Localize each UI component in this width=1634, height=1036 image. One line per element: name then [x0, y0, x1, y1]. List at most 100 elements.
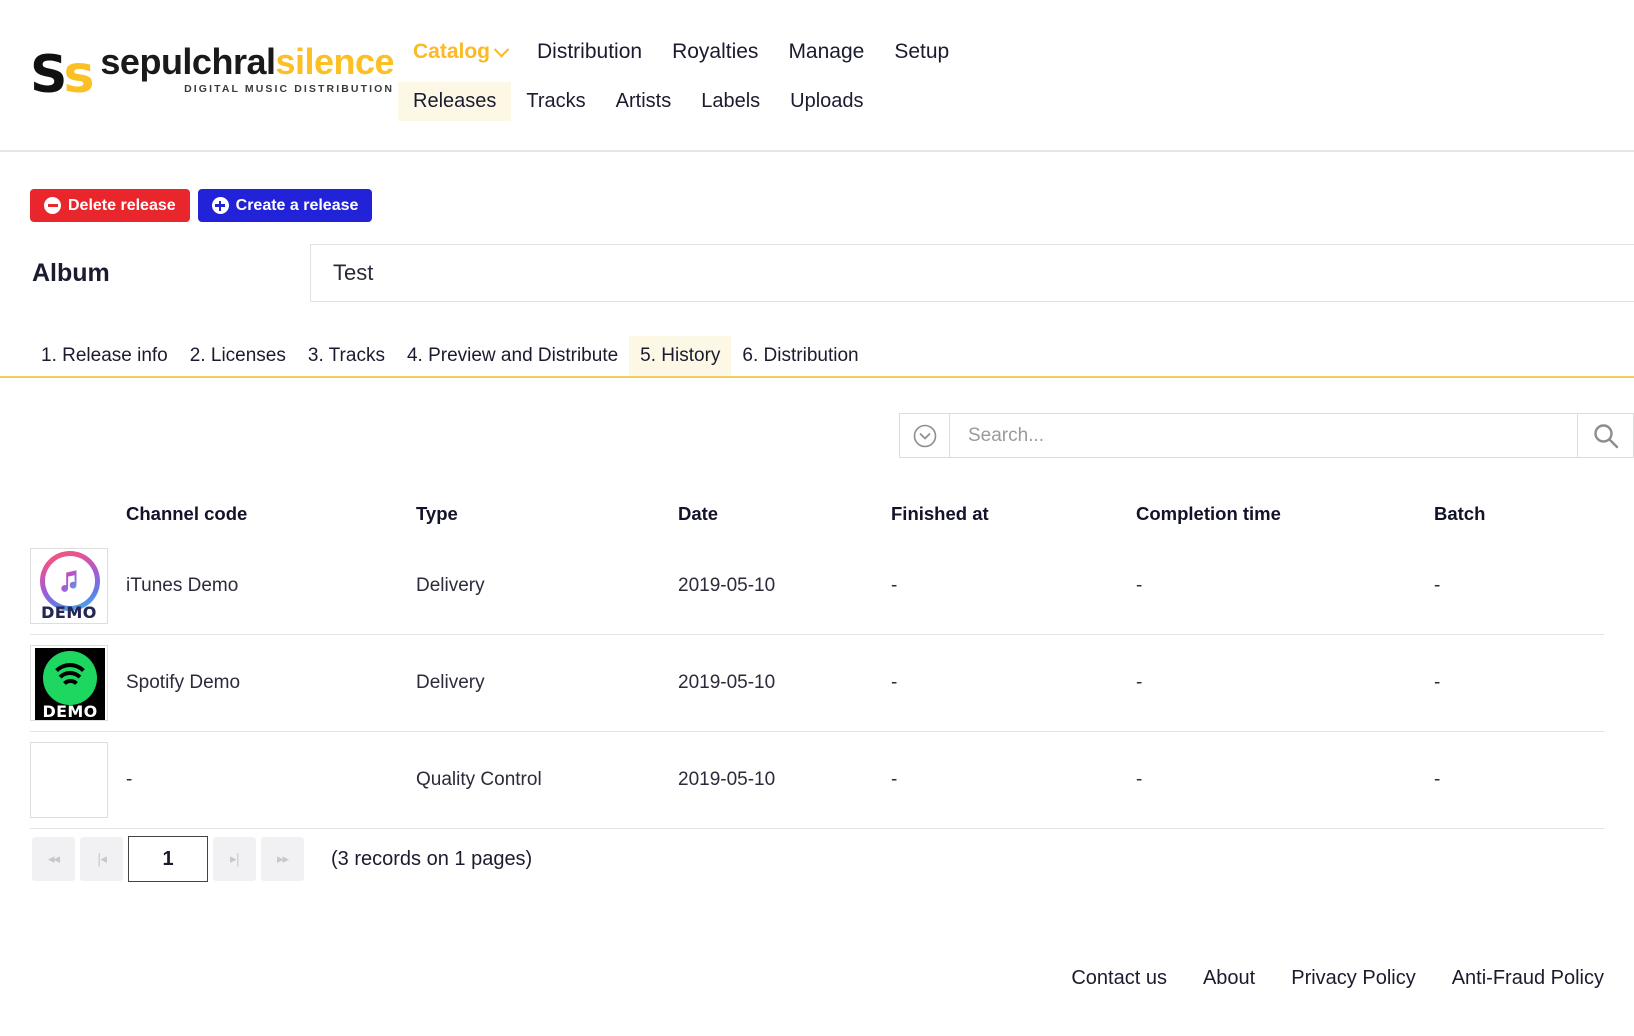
- logo-name: sepulchralsilence: [100, 44, 394, 80]
- spotify-demo-icon: DEMO: [30, 645, 108, 721]
- cell-date: 2019-05-10: [678, 672, 776, 693]
- search-input[interactable]: [950, 414, 1577, 457]
- logo-mark-second: s: [63, 45, 94, 106]
- table-header-date: Date: [678, 503, 719, 524]
- channel-logo-cell: DEMO: [30, 548, 126, 624]
- cell-channel-code: Spotify Demo: [126, 672, 241, 693]
- logo-name-first: sepulchral: [100, 41, 276, 82]
- album-label: Album: [32, 258, 110, 287]
- music-note-icon: [61, 570, 77, 592]
- tab-licenses[interactable]: 2. Licenses: [179, 336, 297, 376]
- table-row[interactable]: DEMO iTunes Demo Delivery 2019-05-10 - -…: [30, 538, 1604, 635]
- release-step-tabs: 1. Release info 2. Licenses 3. Tracks 4.…: [0, 336, 1634, 378]
- tab-distribution[interactable]: 6. Distribution: [731, 336, 869, 376]
- nav-item-setup[interactable]: Setup: [879, 36, 964, 68]
- tab-history[interactable]: 5. History: [629, 336, 732, 376]
- chevron-down-icon: [493, 41, 510, 58]
- record-count-label: (3 records on 1 pages): [331, 847, 533, 870]
- spotify-icon: DEMO: [35, 648, 105, 720]
- nav-subitem-releases[interactable]: Releases: [398, 82, 512, 121]
- cell-channel-code: iTunes Demo: [126, 575, 239, 596]
- pagination: ◂◂ |◂ ▸| ▸▸ (3 records on 1 pages): [32, 836, 532, 882]
- table-row[interactable]: DEMO Spotify Demo Delivery 2019-05-10 - …: [30, 635, 1604, 732]
- search-icon: [1593, 423, 1618, 448]
- demo-badge: DEMO: [31, 603, 107, 622]
- logo-mark-icon: Ss: [30, 49, 94, 101]
- demo-badge: DEMO: [42, 702, 98, 721]
- cell-finished-at: -: [891, 575, 898, 596]
- search-submit-button[interactable]: [1577, 414, 1633, 457]
- itunes-icon-inner: [45, 556, 95, 606]
- delete-release-label: Delete release: [68, 196, 176, 214]
- tab-release-info[interactable]: 1. Release info: [30, 336, 179, 376]
- spotify-icon-circle: [43, 651, 97, 705]
- logo-tagline: DIGITAL MUSIC DISTRIBUTION: [184, 83, 395, 95]
- site-header: Ss sepulchralsilence DIGITAL MUSIC DISTR…: [0, 0, 1634, 152]
- nav-item-royalties[interactable]: Royalties: [657, 36, 773, 68]
- album-field-row: Album: [0, 243, 1634, 303]
- table-header-batch: Batch: [1434, 503, 1486, 524]
- table-header-row: Channel code Type Date Finished at Compl…: [30, 490, 1604, 538]
- secondary-nav: Releases Tracks Artists Labels Uploads: [398, 82, 879, 121]
- pagination-next-button[interactable]: ▸|: [213, 837, 256, 881]
- minus-circle-icon: [44, 197, 61, 214]
- cell-batch: -: [1434, 769, 1441, 790]
- nav-subitem-labels[interactable]: Labels: [686, 82, 775, 121]
- nav-item-catalog-label: Catalog: [413, 40, 491, 63]
- itunes-icon: [40, 551, 100, 611]
- album-name-input[interactable]: [310, 244, 1634, 302]
- logo-name-second: silence: [275, 41, 395, 82]
- nav-item-manage[interactable]: Manage: [773, 36, 879, 68]
- tab-tracks[interactable]: 3. Tracks: [297, 336, 396, 376]
- create-release-button[interactable]: Create a release: [197, 189, 373, 222]
- chevron-down-circle-icon: [913, 424, 936, 447]
- tab-preview-and-distribute[interactable]: 4. Preview and Distribute: [396, 336, 629, 376]
- cell-channel-code: -: [126, 769, 133, 790]
- logo-mark-first: S: [30, 45, 68, 106]
- search-bar: [899, 413, 1634, 458]
- cell-date: 2019-05-10: [678, 769, 776, 790]
- cell-type: Delivery: [416, 672, 485, 693]
- cell-finished-at: -: [891, 769, 898, 790]
- history-table: Channel code Type Date Finished at Compl…: [30, 490, 1604, 829]
- create-release-label: Create a release: [235, 196, 359, 214]
- delete-release-button[interactable]: Delete release: [30, 189, 190, 222]
- nav-subitem-artists[interactable]: Artists: [601, 82, 687, 121]
- cell-type: Quality Control: [416, 769, 542, 790]
- brand-logo[interactable]: Ss sepulchralsilence DIGITAL MUSIC DISTR…: [30, 44, 395, 102]
- action-toolbar: Delete release Create a release: [30, 189, 373, 222]
- cell-completion-time: -: [1136, 575, 1143, 596]
- table-row[interactable]: - Quality Control 2019-05-10 - - -: [30, 732, 1604, 829]
- cell-completion-time: -: [1136, 672, 1143, 693]
- footer-link-about[interactable]: About: [1203, 967, 1255, 990]
- nav-item-catalog[interactable]: Catalog: [398, 36, 522, 68]
- nav-subitem-uploads[interactable]: Uploads: [775, 82, 878, 121]
- spotify-wave-inner: [59, 679, 81, 700]
- pagination-first-button[interactable]: ◂◂: [32, 837, 75, 881]
- table-header-channel-code: Channel code: [126, 503, 248, 524]
- cell-finished-at: -: [891, 672, 898, 693]
- footer-link-anti-fraud-policy[interactable]: Anti-Fraud Policy: [1452, 967, 1604, 990]
- blank-icon: [30, 742, 108, 818]
- channel-logo-cell: DEMO: [30, 645, 126, 721]
- pagination-last-button[interactable]: ▸▸: [261, 837, 304, 881]
- pagination-page-input[interactable]: [128, 836, 208, 882]
- itunes-demo-icon: DEMO: [30, 548, 108, 624]
- table-header-type: Type: [416, 503, 458, 524]
- search-filter-toggle[interactable]: [900, 414, 950, 457]
- primary-nav: Catalog Distribution Royalties Manage Se…: [398, 36, 964, 68]
- pagination-prev-button[interactable]: |◂: [80, 837, 123, 881]
- table-header-completion-time: Completion time: [1136, 503, 1281, 524]
- cell-date: 2019-05-10: [678, 575, 776, 596]
- logo-wordmark: sepulchralsilence DIGITAL MUSIC DISTRIBU…: [100, 44, 394, 97]
- site-footer: Contact us About Privacy Policy Anti-Fra…: [0, 920, 1634, 1036]
- plus-circle-icon: [211, 197, 229, 214]
- nav-item-distribution[interactable]: Distribution: [522, 36, 657, 68]
- cell-batch: -: [1434, 672, 1441, 693]
- nav-subitem-tracks[interactable]: Tracks: [511, 82, 600, 121]
- cell-batch: -: [1434, 575, 1441, 596]
- footer-link-privacy-policy[interactable]: Privacy Policy: [1291, 967, 1415, 990]
- table-header-finished-at: Finished at: [891, 503, 989, 524]
- footer-link-contact-us[interactable]: Contact us: [1071, 967, 1167, 990]
- channel-logo-cell: [30, 742, 126, 818]
